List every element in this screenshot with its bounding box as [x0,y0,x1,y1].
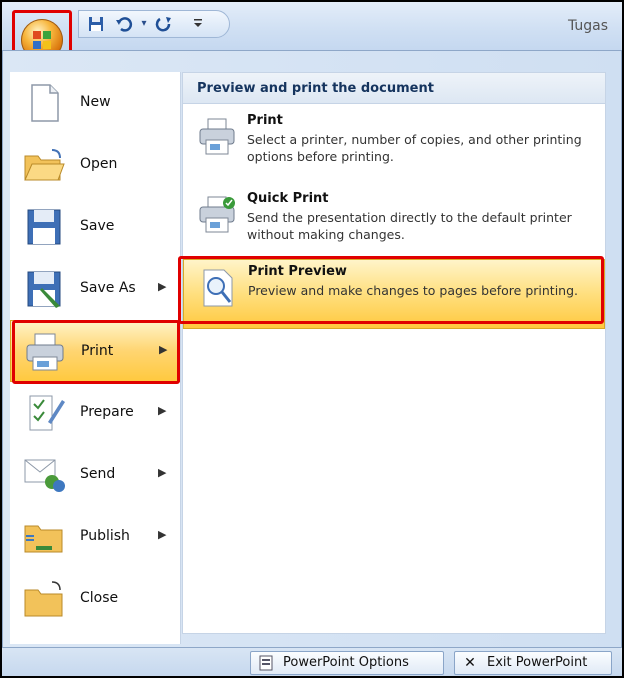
menu-footer: PowerPoint Options ✕ Exit PowerPoint [2,648,622,676]
printer-icon [199,118,235,155]
exit-powerpoint-button[interactable]: ✕ Exit PowerPoint [454,651,612,675]
prepare-icon [29,395,65,431]
customize-qat-icon[interactable] [189,15,207,33]
send-icon [24,459,65,492]
print-submenu: Preview and print the document Print Sel… [182,72,606,634]
menu-item-label: Send [80,466,116,482]
options-icon [259,655,273,671]
redo-icon[interactable] [155,15,173,33]
frame-border [0,0,624,2]
application-window: ▾ Tugas New Open Save Save As ▶ Print ▶ … [0,0,624,678]
menu-item-label: Open [80,156,118,172]
menu-item-label: Prepare [80,404,134,420]
print-preview-annotation-box [178,256,604,324]
menu-item-open[interactable]: Open [10,134,180,196]
powerpoint-options-button[interactable]: PowerPoint Options [250,651,444,675]
save-as-icon [27,271,61,308]
print-annotation-box [12,320,180,384]
office-logo-icon [33,31,51,49]
new-document-icon [31,84,59,122]
save-icon[interactable] [87,15,105,33]
submenu-header: Preview and print the document [183,73,605,104]
option-quick-print[interactable]: Quick Print Send the presentation direct… [183,187,605,263]
close-folder-icon [24,581,63,617]
publish-icon [24,525,63,553]
submenu-arrow-icon: ▶ [158,404,167,417]
menu-item-label: New [80,94,111,110]
save-disk-icon [27,209,61,245]
close-icon: ✕ [464,655,476,671]
exit-powerpoint-label: Exit PowerPoint [487,655,588,670]
option-print[interactable]: Print Select a printer, number of copies… [183,109,605,185]
title-bar: ▾ Tugas [2,2,622,50]
submenu-arrow-icon: ▶ [158,466,167,479]
menu-item-new[interactable]: New [10,72,180,134]
menu-item-send[interactable]: Send ▶ [10,444,180,506]
window-title: Tugas [568,18,609,34]
open-folder-icon [24,149,65,181]
menu-item-save-as[interactable]: Save As ▶ [10,258,180,320]
menu-item-publish[interactable]: Publish ▶ [10,506,180,568]
menu-item-label: Publish [80,528,130,544]
option-description: Send the presentation directly to the de… [247,210,572,242]
menu-item-save[interactable]: Save [10,196,180,258]
submenu-arrow-icon: ▶ [158,528,167,541]
menu-item-label: Save As [80,280,136,296]
submenu-arrow-icon: ▶ [158,280,167,293]
quick-print-icon [199,196,235,233]
option-title: Quick Print [247,191,329,206]
undo-dropdown-icon[interactable]: ▾ [135,15,153,33]
option-title: Print [247,113,283,128]
menu-item-close[interactable]: Close [10,568,180,630]
undo-icon[interactable] [115,15,133,33]
quick-access-toolbar: ▾ [78,10,230,38]
frame-border [0,0,2,678]
menu-item-prepare[interactable]: Prepare ▶ [10,382,180,444]
powerpoint-options-label: PowerPoint Options [283,655,409,670]
submenu-title: Preview and print the document [197,81,434,96]
menu-item-label: Save [80,218,115,234]
menu-item-label: Close [80,590,119,606]
option-description: Select a printer, number of copies, and … [247,132,582,164]
